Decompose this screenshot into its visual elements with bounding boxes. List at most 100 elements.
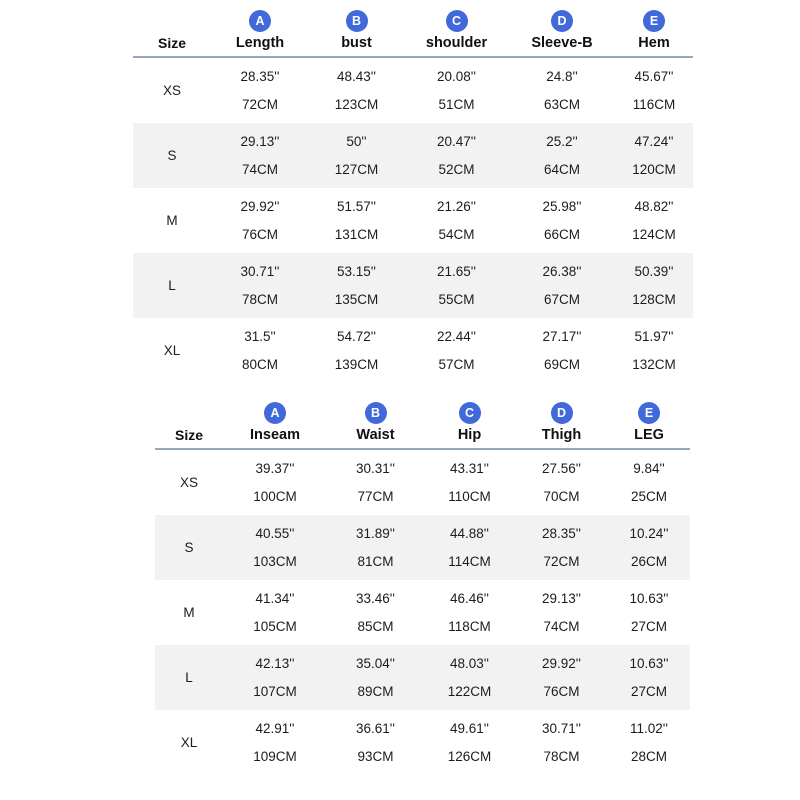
value-cm: 124CM: [632, 226, 676, 242]
measure-cell: 33.46'' 85CM: [327, 580, 424, 645]
measure-cell: 21.26'' 54CM: [404, 188, 509, 253]
value-inches: 25.98'': [542, 199, 582, 214]
value-cm: 70CM: [543, 488, 580, 504]
row-size-cell: XS: [133, 58, 211, 123]
column-header-hem: E Hem: [615, 10, 693, 56]
column-header-size: Size: [155, 402, 223, 448]
value-inches: 51.97'': [634, 329, 674, 344]
value-cm: 63CM: [543, 96, 580, 112]
row-size-cell: M: [133, 188, 211, 253]
column-header-length: A Length: [211, 10, 309, 56]
column-header-label: Sleeve-B: [531, 35, 593, 51]
value-cm: 109CM: [253, 748, 297, 764]
value-cm: 72CM: [543, 553, 580, 569]
value-cm: 55CM: [438, 291, 475, 307]
value-cm: 78CM: [241, 291, 278, 307]
measure-cell: 35.04'' 89CM: [327, 645, 424, 710]
measure-cell: 20.47'' 52CM: [404, 123, 509, 188]
value-cm: 77CM: [357, 488, 394, 504]
measure-cell: 30.71'' 78CM: [211, 253, 309, 318]
row-size-cell: XL: [133, 318, 211, 383]
value-inches: 33.46'': [356, 591, 395, 606]
value-cm: 52CM: [438, 161, 475, 177]
value-cm: 122CM: [447, 683, 492, 699]
value-inches: 10.63'': [629, 656, 669, 671]
value-inches: 30.71'': [542, 721, 581, 736]
value-inches: 29.13'': [542, 591, 581, 606]
value-cm: 76CM: [543, 683, 580, 699]
value-inches: 36.61'': [356, 721, 395, 736]
measure-cell: 25.2'' 64CM: [509, 123, 615, 188]
measure-cell: 10.63'' 27CM: [608, 580, 690, 645]
value-cm: 85CM: [357, 618, 394, 634]
value-inches: 43.31'': [450, 461, 489, 476]
value-cm: 27CM: [630, 618, 667, 634]
row-size-cell: XL: [155, 710, 223, 775]
value-cm: 126CM: [447, 748, 492, 764]
badge-c-icon: C: [445, 10, 468, 32]
value-inches: 40.55'': [255, 526, 295, 541]
badge-spacer: [178, 402, 200, 424]
row-size-cell: XS: [155, 450, 223, 515]
value-inches: 10.24'': [629, 526, 669, 541]
table-row: S 40.55'' 103CM 31.89'' 81CM 44.88'' 114…: [155, 515, 690, 580]
measure-cell: 10.24'' 26CM: [608, 515, 690, 580]
measure-cell: 29.92'' 76CM: [211, 188, 309, 253]
table-row: S 29.13'' 74CM 50'' 127CM 20.47'' 52CM 2…: [133, 123, 693, 188]
value-cm: 135CM: [334, 291, 379, 307]
table-row: M 41.34'' 105CM 33.46'' 85CM 46.46'' 118…: [155, 580, 690, 645]
measure-cell: 29.13'' 74CM: [211, 123, 309, 188]
measure-cell: 9.84'' 25CM: [608, 450, 690, 515]
measure-cell: 53.15'' 135CM: [309, 253, 404, 318]
value-inches: 48.43'': [337, 69, 376, 84]
value-cm: 103CM: [253, 553, 297, 569]
value-cm: 123CM: [334, 96, 379, 112]
value-cm: 51CM: [438, 96, 475, 112]
value-inches: 39.37'': [255, 461, 295, 476]
measure-cell: 22.44'' 57CM: [404, 318, 509, 383]
measure-cell: 43.31'' 110CM: [424, 450, 515, 515]
value-inches: 46.46'': [450, 591, 489, 606]
table-body: XS 39.37'' 100CM 30.31'' 77CM 43.31'' 11…: [155, 450, 690, 775]
value-cm: 66CM: [543, 226, 580, 242]
measure-cell: 48.43'' 123CM: [309, 58, 404, 123]
value-inches: 28.35'': [240, 69, 280, 84]
value-inches: 44.88'': [450, 526, 489, 541]
value-inches: 51.57'': [337, 199, 376, 214]
measure-cell: 27.56'' 70CM: [515, 450, 608, 515]
measure-cell: 30.71'' 78CM: [515, 710, 608, 775]
measure-cell: 11.02'' 28CM: [608, 710, 690, 775]
column-header-label: Waist: [356, 427, 395, 443]
value-cm: 72CM: [241, 96, 278, 112]
column-header-label: shoulder: [425, 35, 488, 51]
badge-e-icon: E: [643, 10, 665, 32]
value-inches: 45.67'': [634, 69, 674, 84]
value-cm: 25CM: [630, 488, 667, 504]
value-cm: 100CM: [253, 488, 297, 504]
size-label: XL: [180, 734, 198, 750]
size-label: L: [168, 277, 176, 293]
value-inches: 22.44'': [437, 329, 476, 344]
badge-b-icon: B: [364, 402, 387, 424]
value-inches: 24.8'': [546, 69, 578, 84]
table-row: XS 28.35'' 72CM 48.43'' 123CM 20.08'' 51…: [133, 58, 693, 123]
table-row: L 30.71'' 78CM 53.15'' 135CM 21.65'' 55C…: [133, 253, 693, 318]
value-cm: 110CM: [448, 488, 491, 504]
measure-cell: 46.46'' 118CM: [424, 580, 515, 645]
table-row: XL 31.5'' 80CM 54.72'' 139CM 22.44'' 57C…: [133, 318, 693, 383]
value-inches: 29.13'': [240, 134, 280, 149]
measure-cell: 41.34'' 105CM: [223, 580, 327, 645]
value-inches: 21.65'': [437, 264, 476, 279]
measure-cell: 39.37'' 100CM: [223, 450, 327, 515]
column-header-sleeve-b: D Sleeve-B: [509, 10, 615, 56]
measure-cell: 28.35'' 72CM: [515, 515, 608, 580]
value-inches: 27.17'': [542, 329, 582, 344]
value-cm: 120CM: [632, 161, 676, 177]
column-header-leg: E LEG: [608, 402, 690, 448]
measure-cell: 20.08'' 51CM: [404, 58, 509, 123]
value-cm: 69CM: [543, 356, 580, 372]
value-cm: 93CM: [357, 748, 394, 764]
measure-cell: 42.13'' 107CM: [223, 645, 327, 710]
value-inches: 35.04'': [356, 656, 395, 671]
column-header-waist: B Waist: [327, 402, 424, 448]
